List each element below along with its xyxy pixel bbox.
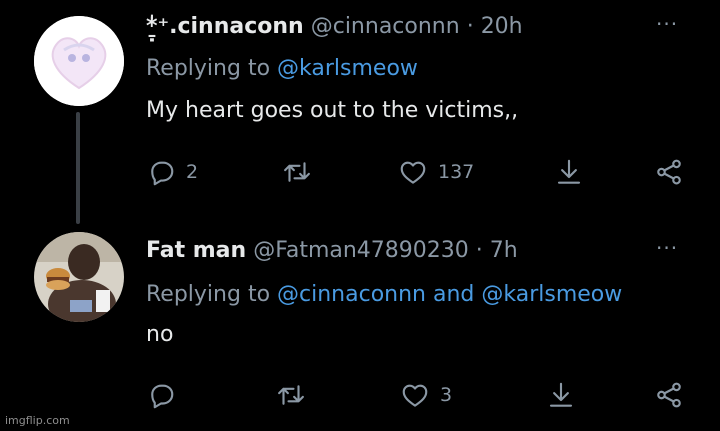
tweet-1-header: *̱̣̍⁺.cinnaconn @cinnaconnn · 20h bbox=[146, 14, 523, 39]
tweet-text: My heart goes out to the victims,, bbox=[146, 98, 519, 123]
retweet-icon bbox=[278, 385, 304, 405]
download-button[interactable] bbox=[554, 157, 584, 187]
separator: · bbox=[475, 238, 483, 263]
replying-to-label: Replying to bbox=[146, 282, 278, 307]
share-button[interactable] bbox=[654, 380, 684, 410]
reply-button[interactable]: 2 bbox=[146, 157, 198, 187]
reply-button[interactable] bbox=[146, 380, 186, 410]
reply-icon bbox=[151, 384, 174, 409]
thread-connector bbox=[76, 112, 80, 224]
share-icon bbox=[657, 382, 681, 408]
watermark: imgflip.com bbox=[5, 414, 70, 427]
like-count: 3 bbox=[440, 384, 453, 406]
like-button[interactable]: 3 bbox=[400, 380, 452, 410]
download-button[interactable] bbox=[546, 380, 576, 410]
handle[interactable]: @Fatman47890230 bbox=[253, 238, 469, 263]
replying-to: Replying to @karlsmeow bbox=[146, 56, 418, 81]
reply-icon bbox=[151, 161, 174, 186]
tweet-2-header: Fat man @Fatman47890230 · 7h bbox=[146, 238, 518, 263]
download-icon bbox=[549, 382, 573, 407]
replying-to: Replying to @cinnaconnn and @karlsmeow bbox=[146, 282, 622, 307]
display-name[interactable]: *̱̣̍⁺.cinnaconn bbox=[146, 14, 304, 39]
timestamp[interactable]: 20h bbox=[481, 14, 523, 39]
more-icon[interactable]: ··· bbox=[656, 12, 678, 36]
handle[interactable]: @cinnaconnn bbox=[311, 14, 460, 39]
mention-link[interactable]: @karlsmeow bbox=[481, 282, 622, 307]
avatar-cinnaconn[interactable] bbox=[34, 16, 124, 106]
reply-count: 2 bbox=[186, 161, 199, 183]
like-icon bbox=[402, 384, 428, 407]
share-button[interactable] bbox=[654, 157, 684, 187]
mention-joiner: and bbox=[426, 282, 482, 307]
like-button[interactable]: 137 bbox=[398, 157, 474, 187]
avatar-fat-man[interactable] bbox=[34, 232, 124, 322]
retweet-button[interactable] bbox=[282, 157, 322, 187]
more-icon[interactable]: ··· bbox=[656, 236, 678, 260]
display-name[interactable]: Fat man bbox=[146, 238, 246, 263]
mention-link[interactable]: @cinnaconnn bbox=[277, 282, 426, 307]
share-icon bbox=[657, 159, 681, 185]
avatar-heart-image bbox=[34, 16, 124, 106]
replying-to-label: Replying to bbox=[146, 56, 278, 81]
tweet-text: no bbox=[146, 322, 174, 347]
separator: · bbox=[466, 14, 474, 39]
avatar-photo bbox=[34, 232, 124, 322]
like-icon bbox=[400, 161, 426, 184]
retweet-icon bbox=[284, 162, 310, 182]
retweet-button[interactable] bbox=[276, 380, 316, 410]
like-count: 137 bbox=[438, 161, 475, 183]
timestamp[interactable]: 7h bbox=[490, 238, 518, 263]
download-icon bbox=[557, 159, 581, 184]
mention-link[interactable]: @karlsmeow bbox=[277, 56, 418, 81]
